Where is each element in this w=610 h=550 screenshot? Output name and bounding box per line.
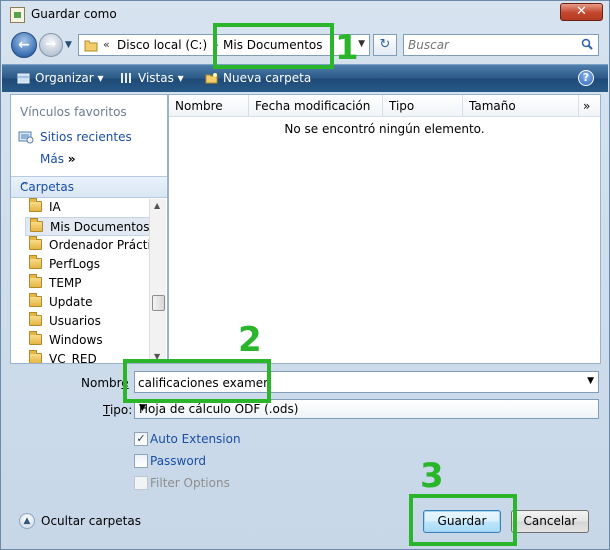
folder-icon — [29, 198, 42, 212]
search-box[interactable] — [403, 34, 599, 56]
more-label: Más — [40, 152, 64, 166]
column-label: Fecha modificación — [255, 99, 371, 113]
save-as-dialog: Guardar como ✕ ← → ▼ « Disco local (C:) … — [0, 0, 610, 550]
filetype-label-text: ipo: — [109, 403, 133, 417]
refresh-button[interactable]: ↻ — [373, 34, 397, 56]
auto-extension-label[interactable]: Auto Extension — [150, 432, 241, 446]
folder-item-temp[interactable]: TEMP — [25, 274, 151, 293]
folder-icon — [29, 236, 42, 250]
views-label: Vistas — [138, 71, 174, 85]
folder-icon — [29, 274, 42, 288]
favorite-links-header: Vínculos favoritos — [20, 105, 127, 119]
more-chevron-icon: » — [67, 152, 76, 166]
folder-label: Mis Documentos — [50, 220, 150, 234]
filter-options-label: Filter Options — [150, 476, 230, 490]
filetype-dropdown-icon[interactable]: ▼ — [139, 403, 594, 413]
organize-label: Organizar — [35, 71, 94, 85]
navigation-pane: Vínculos favoritos Sitios recientes Más … — [10, 94, 168, 364]
annotation-box-1 — [213, 23, 334, 69]
column-headers: Nombre Fecha modificación Tipo Tamaño » — [169, 95, 600, 117]
folder-label: PerfLogs — [49, 257, 101, 271]
folder-label: TEMP — [49, 276, 82, 290]
close-button[interactable]: ✕ — [560, 3, 603, 21]
forward-button[interactable]: → — [39, 33, 63, 57]
annotation-box-3 — [409, 494, 517, 546]
filetype-label-accesskey: T — [103, 403, 110, 417]
folder-icon — [29, 331, 42, 345]
filename-label: Nombre — [81, 376, 129, 390]
password-checkbox[interactable] — [134, 454, 148, 468]
folder-label: VC_RED — [49, 352, 97, 364]
folder-item-ia[interactable]: IA — [25, 198, 151, 217]
organize-menu[interactable]: Organizar ▾ — [17, 71, 104, 85]
filename-label-text: Nombr — [81, 376, 122, 390]
recent-pages-dropdown-icon[interactable]: ▼ — [65, 40, 72, 50]
hide-folders-button[interactable]: Ocultar carpetas — [41, 514, 141, 528]
folder-item-perflogs[interactable]: PerfLogs — [25, 255, 151, 274]
folder-item-windows[interactable]: Windows — [25, 331, 151, 350]
folders-section-header[interactable]: Carpetas ⌃ — [11, 176, 167, 198]
cancel-button[interactable]: Cancelar — [511, 510, 589, 533]
folder-label: Windows — [49, 333, 103, 347]
more-columns-icon: » — [583, 99, 591, 113]
column-header-tipo[interactable]: Tipo — [383, 95, 463, 117]
column-header-fecha[interactable]: Fecha modificación — [249, 95, 383, 117]
views-menu[interactable]: Vistas ▾ — [120, 71, 184, 85]
file-list[interactable]: Nombre Fecha modificación Tipo Tamaño » … — [168, 94, 601, 364]
filter-options-checkbox — [134, 476, 148, 490]
more-columns-button[interactable]: » — [579, 95, 600, 117]
chevron-up-icon[interactable]: ⌃ — [20, 180, 159, 193]
folder-item-update[interactable]: Update — [25, 293, 151, 312]
auto-extension-checkbox[interactable]: ✓ — [134, 432, 148, 446]
folder-item-ordenador-practico[interactable]: Ordenador Práctico — [25, 236, 151, 255]
folder-item-mis-documentos[interactable]: Mis Documentos — [25, 217, 151, 236]
column-label: Tamaño — [469, 99, 516, 113]
filename-dropdown-icon[interactable]: ▼ — [587, 376, 594, 386]
column-header-tamano[interactable]: Tamaño — [463, 95, 579, 117]
empty-folder-message: No se encontró ningún elemento. — [284, 122, 485, 136]
folder-icon — [84, 40, 98, 52]
folder-label: IA — [49, 200, 61, 214]
column-label: Nombre — [175, 99, 223, 113]
column-header-nombre[interactable]: Nombre — [169, 95, 249, 117]
views-icon — [121, 73, 131, 83]
folder-icon — [29, 293, 42, 307]
organize-icon — [17, 73, 30, 84]
search-icon[interactable] — [581, 38, 593, 50]
annotation-number-3: 3 — [420, 456, 444, 496]
filetype-label: Tipo: — [103, 403, 132, 417]
password-label[interactable]: Password — [150, 454, 206, 468]
folders-scrollbar[interactable]: ▲ ▼ — [149, 199, 166, 363]
folder-icon — [30, 218, 43, 232]
annotation-box-2 — [123, 359, 271, 403]
help-button[interactable]: ? — [578, 70, 594, 86]
more-links[interactable]: Más » — [40, 152, 76, 166]
folder-label: Ordenador Práctico — [49, 238, 151, 252]
new-folder-icon — [205, 73, 218, 84]
overflow-chevron[interactable]: « — [103, 38, 110, 51]
new-folder-button[interactable]: Nueva carpeta — [205, 71, 311, 85]
new-folder-label: Nueva carpeta — [223, 71, 312, 85]
folder-icon — [29, 350, 42, 363]
annotation-number-1: 1 — [335, 28, 359, 68]
folder-icon — [29, 255, 42, 269]
column-label: Tipo — [389, 99, 415, 113]
hide-folders-chevron-icon[interactable]: ▲ — [19, 513, 35, 529]
recent-places-link[interactable]: Sitios recientes — [40, 130, 132, 144]
recent-places-icon — [18, 131, 34, 144]
folder-icon — [29, 312, 42, 326]
spreadsheet-app-icon — [10, 7, 25, 23]
breadcrumb-disco-local[interactable]: Disco local (C:) — [117, 38, 207, 52]
folder-item-usuarios[interactable]: Usuarios — [25, 312, 151, 331]
window-title: Guardar como — [31, 7, 117, 21]
folder-label: Update — [49, 295, 93, 309]
scrollbar-thumb[interactable] — [152, 295, 165, 311]
scroll-up-icon[interactable]: ▲ — [154, 201, 160, 210]
annotation-number-2: 2 — [238, 320, 262, 360]
folder-label: Usuarios — [49, 314, 101, 328]
search-input[interactable] — [408, 36, 578, 54]
address-dropdown-icon[interactable]: ▼ — [358, 39, 365, 49]
back-button[interactable]: ← — [11, 32, 37, 58]
